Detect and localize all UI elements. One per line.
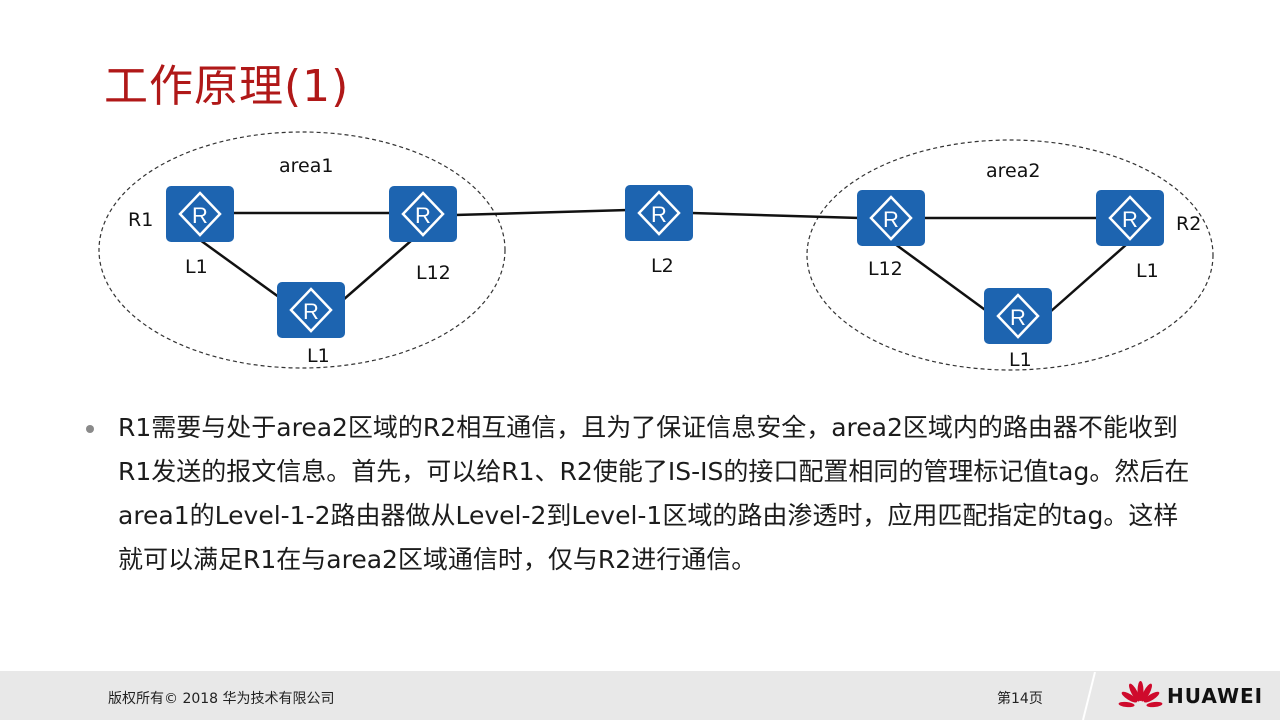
area1-label: area1 [279,155,334,177]
router-r1-name: R1 [128,209,154,231]
link-r1-area1bottom [199,238,284,302]
router-area2-border-icon: R [857,190,925,246]
router-area1-border-icon: R [389,186,457,242]
router-middle-level: L2 [651,255,674,277]
svg-text:R: R [303,299,319,324]
footer-divider-icon [1082,672,1096,720]
body-paragraph: R1需要与处于area2区域的R2相互通信，且为了保证信息安全，area2区域内… [118,413,1190,574]
router-area2-bottom-icon: R [984,288,1052,344]
copyright-text: 版权所有© 2018 华为技术有限公司 [108,691,335,707]
router-area1-bottom-level: L1 [307,345,330,367]
brand-name: HUAWEI [1167,684,1264,708]
router-area1-bottom-icon: R [277,282,345,338]
bullet-point [86,425,94,433]
svg-text:R: R [1122,207,1138,232]
router-area1-border-level: L12 [416,262,451,284]
link-r2-area2bottom [1049,243,1128,313]
router-r2-icon: R [1096,190,1164,246]
router-r1-level: L1 [185,256,208,278]
network-diagram: R R R R R R R area1 area2 R1 R2 L1 L12 L… [0,0,1280,400]
svg-text:R: R [883,207,899,232]
huawei-logo-icon [1118,681,1163,708]
svg-text:R: R [651,202,667,227]
link-middle-area2border [691,211,861,220]
router-r2-name: R2 [1176,213,1202,235]
link-area1border-middle [454,208,629,217]
svg-text:R: R [1010,305,1026,330]
area2-label: area2 [986,160,1041,182]
link-area1border-area1bottom [342,239,413,301]
router-area2-border-level: L12 [868,258,903,280]
svg-text:R: R [415,203,431,228]
link-area2border-area2bottom [894,242,989,314]
router-r1-icon: R [166,186,234,242]
router-area2-bottom-level: L1 [1009,349,1032,371]
router-r2-level: L1 [1136,260,1159,282]
page-number: 第14页 [997,691,1043,707]
router-middle-icon: R [625,185,693,241]
svg-text:R: R [192,203,208,228]
